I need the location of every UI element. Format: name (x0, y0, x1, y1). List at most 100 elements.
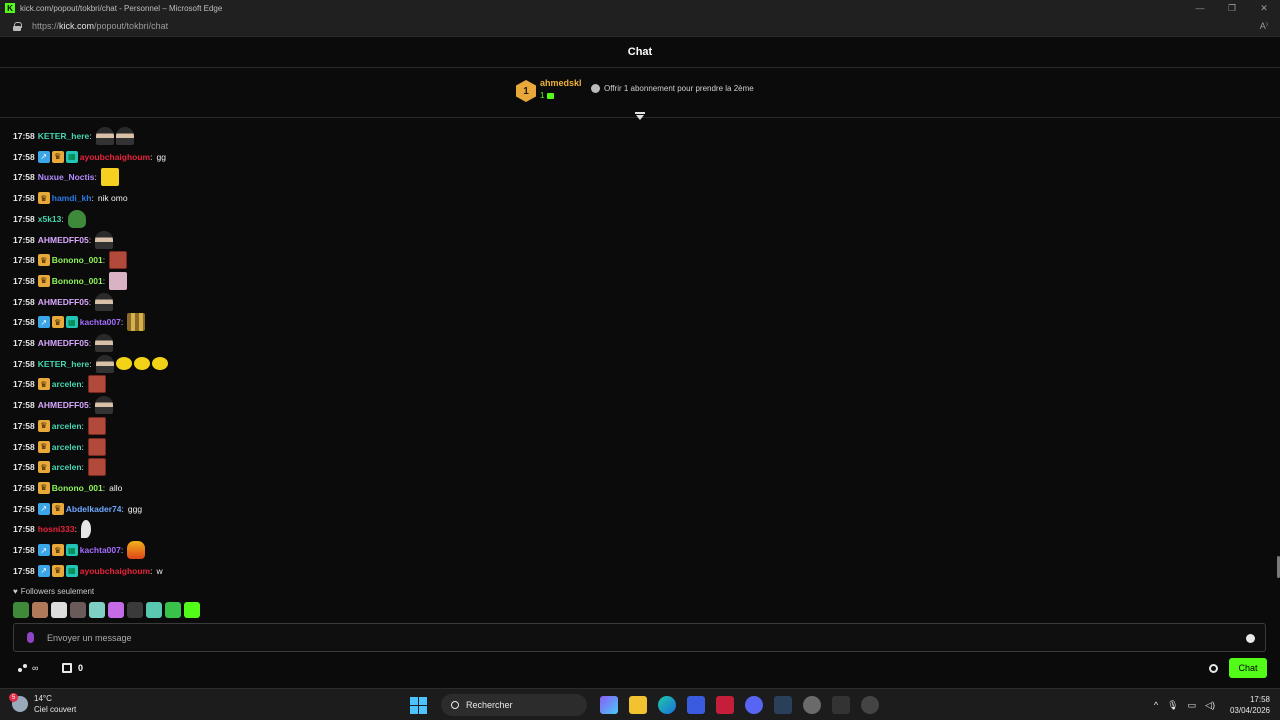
volume-icon[interactable]: ◁) (1205, 700, 1215, 711)
restore-icon[interactable]: ❐ (1216, 0, 1248, 16)
emote-bird-icon[interactable] (133, 357, 150, 371)
emote-bird-icon[interactable] (151, 357, 168, 371)
message-username[interactable]: Abdelkader74 (66, 504, 122, 514)
boost-badge-icon[interactable]: ↗ (37, 502, 50, 515)
discord-icon[interactable] (745, 696, 763, 714)
message-username[interactable]: hosni333 (38, 524, 75, 534)
emote-person[interactable] (70, 602, 86, 618)
sub-badge-icon[interactable]: ♛ (51, 544, 64, 556)
read-aloud-icon[interactable]: A⁾ (1260, 21, 1268, 32)
chat-message-input[interactable] (47, 632, 1197, 643)
og-badge-icon[interactable]: ▦ (65, 150, 78, 163)
message-username[interactable]: Bonono_001 (52, 483, 103, 493)
emote-person-icon[interactable] (115, 127, 134, 145)
message-username[interactable]: arcelen (52, 421, 82, 431)
emote-frog[interactable] (13, 602, 29, 618)
sub-badge-icon[interactable]: ♛ (37, 274, 50, 287)
sub-badge-icon[interactable]: ♛ (51, 150, 64, 163)
emote-pika-icon[interactable] (100, 168, 119, 187)
emote-person-icon[interactable] (95, 230, 114, 249)
sub-badge-icon[interactable]: ♛ (51, 564, 64, 577)
emote-person-icon[interactable] (95, 127, 114, 145)
emote-ghost[interactable] (89, 602, 105, 618)
adobe-icon[interactable] (716, 696, 734, 714)
sub-badge-icon[interactable]: ♛ (37, 419, 50, 432)
file-explorer-icon[interactable] (629, 696, 647, 714)
app-icon[interactable] (832, 696, 850, 714)
message-username[interactable]: Nuxue_Noctis (38, 172, 95, 182)
sub-badge-icon[interactable]: ♛ (51, 502, 64, 515)
sub-badge-icon[interactable]: ♛ (37, 254, 50, 267)
copilot-icon[interactable] (600, 696, 618, 714)
boost-badge-icon[interactable]: ↗ (37, 564, 50, 577)
emote-letter[interactable] (51, 602, 67, 618)
boost-badge-icon[interactable]: ↗ (37, 544, 50, 556)
message-username[interactable]: KETER_here (38, 131, 90, 141)
sub-badge-icon[interactable]: ♛ (37, 461, 50, 474)
sub-badge-icon[interactable]: ♛ (51, 316, 64, 329)
send-chat-button[interactable]: Chat (1229, 658, 1267, 678)
emote-person-icon[interactable] (95, 354, 114, 373)
edge-browser-icon[interactable] (658, 696, 676, 714)
emote-hat[interactable] (127, 602, 143, 618)
taskbar-search[interactable]: Rechercher (441, 694, 587, 716)
og-badge-icon[interactable]: ▦ (65, 544, 78, 556)
overwolf-icon[interactable] (861, 696, 879, 714)
emote-pink-icon[interactable] (109, 271, 128, 290)
emote-robot[interactable] (146, 602, 162, 618)
emote-face-icon[interactable] (87, 375, 106, 394)
settings-gear-icon[interactable] (1209, 664, 1218, 673)
emote-bird-icon[interactable] (115, 357, 132, 371)
chevron-up-icon[interactable]: ^ (1154, 700, 1158, 710)
boost-badge-icon[interactable]: ↗ (37, 316, 50, 329)
message-username[interactable]: kachta007 (80, 317, 121, 327)
sub-badge-icon[interactable]: ♛ (37, 192, 50, 205)
emote-person-icon[interactable] (95, 292, 114, 311)
settings-app-icon[interactable] (803, 696, 821, 714)
close-icon[interactable]: ✕ (1248, 0, 1280, 16)
emote-face-icon[interactable] (87, 458, 106, 477)
url-text[interactable]: https://kick.com/popout/tokbri/chat (32, 21, 168, 31)
emote-face-icon[interactable] (87, 416, 106, 435)
emote-feather[interactable] (108, 602, 124, 618)
channel-points[interactable]: ∞ (18, 663, 38, 673)
message-username[interactable]: ayoubchaighoum (80, 152, 150, 162)
emoji-picker-icon[interactable] (1246, 634, 1255, 643)
lock-icon[interactable] (13, 21, 22, 31)
microphone-icon[interactable] (27, 632, 34, 643)
system-clock[interactable]: 17:58 03/04/2026 (1230, 694, 1270, 716)
emote-face[interactable] (32, 602, 48, 618)
store-button[interactable]: 0 (62, 663, 83, 673)
emote-frog-icon[interactable] (67, 209, 86, 228)
weather-widget[interactable]: 5 14°C Ciel couvert (9, 693, 76, 715)
microphone-tray-icon[interactable]: 🎙 (1167, 700, 1178, 711)
top-gifter-name[interactable]: ahmedskl (540, 78, 582, 88)
message-username[interactable]: ayoubchaighoum (80, 566, 150, 576)
message-username[interactable]: x5k13 (38, 214, 62, 224)
message-username[interactable]: arcelen (52, 379, 82, 389)
minimize-icon[interactable]: — (1184, 0, 1216, 16)
emote-tiles-icon[interactable] (127, 313, 146, 332)
message-username[interactable]: kachta007 (80, 545, 121, 555)
message-username[interactable]: AHMEDFF05 (38, 338, 89, 348)
network-icon[interactable]: ▭ (1188, 700, 1197, 711)
message-username[interactable]: arcelen (52, 462, 82, 472)
sub-badge-icon[interactable]: ♛ (37, 481, 50, 494)
og-badge-icon[interactable]: ▦ (65, 316, 78, 329)
message-username[interactable]: AHMEDFF05 (38, 235, 89, 245)
emote-fire-icon[interactable] (127, 541, 146, 559)
sub-badge-icon[interactable]: ♛ (37, 440, 50, 453)
emote-feather-icon[interactable] (80, 520, 91, 539)
boost-badge-icon[interactable]: ↗ (37, 150, 50, 163)
steam-icon[interactable] (774, 696, 792, 714)
emote-kick-blob[interactable] (184, 602, 200, 618)
emote-person-icon[interactable] (95, 334, 114, 352)
message-username[interactable]: KETER_here (38, 359, 90, 369)
message-username[interactable]: Bonono_001 (52, 255, 103, 265)
emote-green-blob[interactable] (165, 602, 181, 618)
gift-offer[interactable]: Offrir 1 abonnement pour prendre la 2ème (591, 84, 754, 93)
message-username[interactable]: arcelen (52, 442, 82, 452)
sub-badge-icon[interactable]: ♛ (37, 378, 50, 391)
store-app-icon[interactable] (687, 696, 705, 714)
emote-person-icon[interactable] (95, 396, 114, 415)
